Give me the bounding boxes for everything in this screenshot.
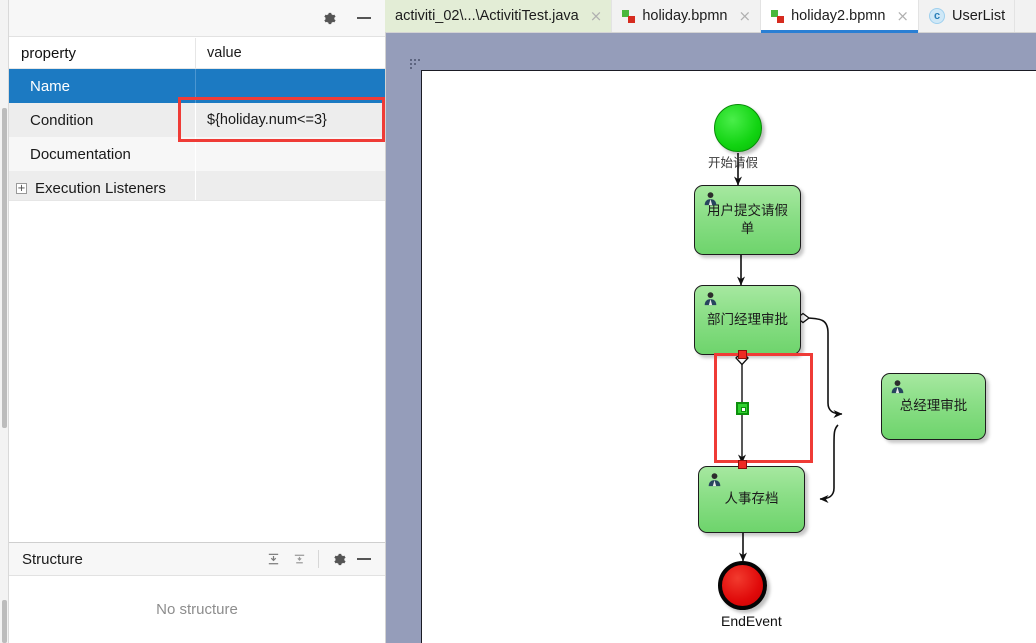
task-label: 用户提交请假单 (707, 202, 788, 237)
collapse-all-icon[interactable] (260, 547, 286, 571)
structure-panel-header: Structure (9, 543, 385, 576)
edge-label-start-flow: 开始请假 (708, 155, 759, 170)
table-row-documentation[interactable]: Documentation (9, 137, 385, 171)
column-header-property: property (9, 38, 196, 68)
bpmn-editor[interactable]: 开始请假 用户提交请假单 部门经理审批 总经理审批 人事存档 EndEvent (385, 33, 1036, 643)
bpmn-end-event[interactable] (718, 561, 767, 610)
minimize-icon[interactable] (351, 6, 377, 30)
properties-panel: property value Name Condition ${holiday.… (0, 0, 385, 643)
structure-empty-message: No structure (9, 576, 385, 643)
toolbar-divider (318, 550, 319, 568)
properties-table: property value Name Condition ${holiday.… (9, 37, 385, 205)
bpmn-file-icon (771, 9, 785, 23)
bpmn-file-icon (622, 9, 636, 23)
user-task-icon (704, 292, 717, 306)
bpmn-task-hr-archive[interactable]: 人事存档 (698, 466, 805, 533)
row-label-name: Name (9, 69, 196, 103)
expand-all-icon[interactable] (286, 547, 312, 571)
bpmn-task-submit-leave-request[interactable]: 用户提交请假单 (694, 185, 801, 255)
close-icon[interactable]: × (739, 8, 752, 24)
tab-label: UserList (952, 8, 1006, 24)
task-label: 部门经理审批 (707, 311, 788, 328)
sequence-flow-selection-rectangle (714, 353, 813, 463)
structure-panel: Structure No structure (9, 542, 385, 643)
flow-endpoint-handle-source[interactable] (738, 350, 747, 359)
tab-label: holiday.bpmn (642, 8, 728, 24)
column-header-value: value (207, 45, 242, 61)
minimize-icon[interactable] (351, 547, 377, 571)
bpmn-task-general-manager-approval[interactable]: 总经理审批 (881, 373, 986, 440)
tab-label: activiti_02\...\ActivitiTest.java (395, 8, 579, 24)
close-icon[interactable]: × (896, 8, 909, 24)
user-task-icon (708, 473, 721, 487)
java-class-icon: c (929, 8, 945, 24)
bpmn-task-department-manager-approval[interactable]: 部门经理审批 (694, 285, 801, 355)
close-icon[interactable]: × (590, 8, 603, 24)
tab-activiti-test-java[interactable]: activiti_02\...\ActivitiTest.java × (385, 0, 613, 32)
editor-tab-bar: activiti_02\...\ActivitiTest.java × holi… (385, 0, 1036, 33)
gear-icon[interactable] (325, 547, 351, 571)
application-window: property value Name Condition ${holiday.… (0, 0, 1036, 643)
gear-icon[interactable] (315, 6, 341, 30)
properties-table-empty-area (9, 200, 385, 542)
row-value-condition[interactable]: ${holiday.num<=3} (196, 103, 385, 137)
user-task-icon (704, 192, 717, 206)
row-value-documentation[interactable] (196, 137, 385, 171)
flow-midpoint-handle[interactable] (736, 402, 749, 415)
row-value-name[interactable] (196, 69, 385, 103)
panel-scrollbar-thumb-secondary[interactable] (2, 600, 7, 643)
table-header-row: property value (9, 38, 385, 69)
tab-label: holiday2.bpmn (791, 8, 886, 24)
tab-userlist[interactable]: c UserList (919, 0, 1016, 32)
row-label-condition: Condition (9, 103, 196, 137)
properties-toolbar (9, 0, 385, 37)
structure-title: Structure (22, 550, 83, 568)
row-label-execution-listeners-text: Execution Listeners (35, 179, 166, 197)
table-row-condition[interactable]: Condition ${holiday.num<=3} (9, 103, 385, 137)
flow-endpoint-handle-target[interactable] (738, 460, 747, 469)
table-row-name[interactable]: Name (9, 69, 385, 103)
tab-holiday2-bpmn[interactable]: holiday2.bpmn × (761, 0, 919, 33)
bpmn-end-event-label: EndEvent (721, 613, 782, 629)
panel-scrollbar-thumb[interactable] (2, 108, 7, 428)
task-label: 总经理审批 (899, 398, 968, 415)
row-label-documentation: Documentation (9, 137, 196, 171)
bpmn-start-event[interactable] (714, 104, 762, 152)
task-label: 人事存档 (724, 491, 779, 508)
user-task-icon (891, 380, 904, 394)
tab-holiday-bpmn[interactable]: holiday.bpmn × (612, 0, 762, 32)
panel-scrollbar-track[interactable] (0, 0, 9, 643)
expand-icon[interactable]: + (16, 182, 27, 194)
